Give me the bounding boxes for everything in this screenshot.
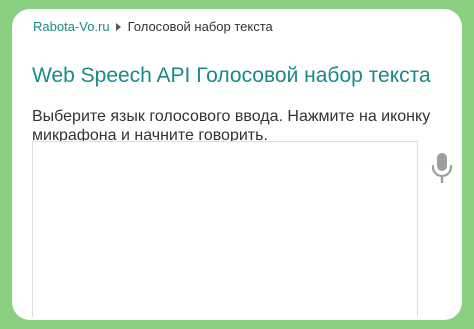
breadcrumb: Rabota-Vo.ru Голосовой набор текста bbox=[33, 19, 273, 35]
triangle-right-icon bbox=[115, 23, 121, 31]
microphone-icon bbox=[431, 153, 453, 183]
speech-text-area[interactable] bbox=[32, 141, 418, 317]
microphone-button[interactable] bbox=[429, 152, 455, 188]
breadcrumb-current: Голосовой набор текста bbox=[127, 19, 273, 34]
page-card: Rabota-Vo.ru Голосовой набор текста Web … bbox=[12, 9, 462, 320]
breadcrumb-home-link[interactable]: Rabota-Vo.ru bbox=[33, 19, 110, 35]
page-title: Web Speech API Голосовой набор текста bbox=[32, 64, 431, 87]
instruction-text: Выберите язык голосового ввода. Нажмите … bbox=[32, 108, 431, 144]
